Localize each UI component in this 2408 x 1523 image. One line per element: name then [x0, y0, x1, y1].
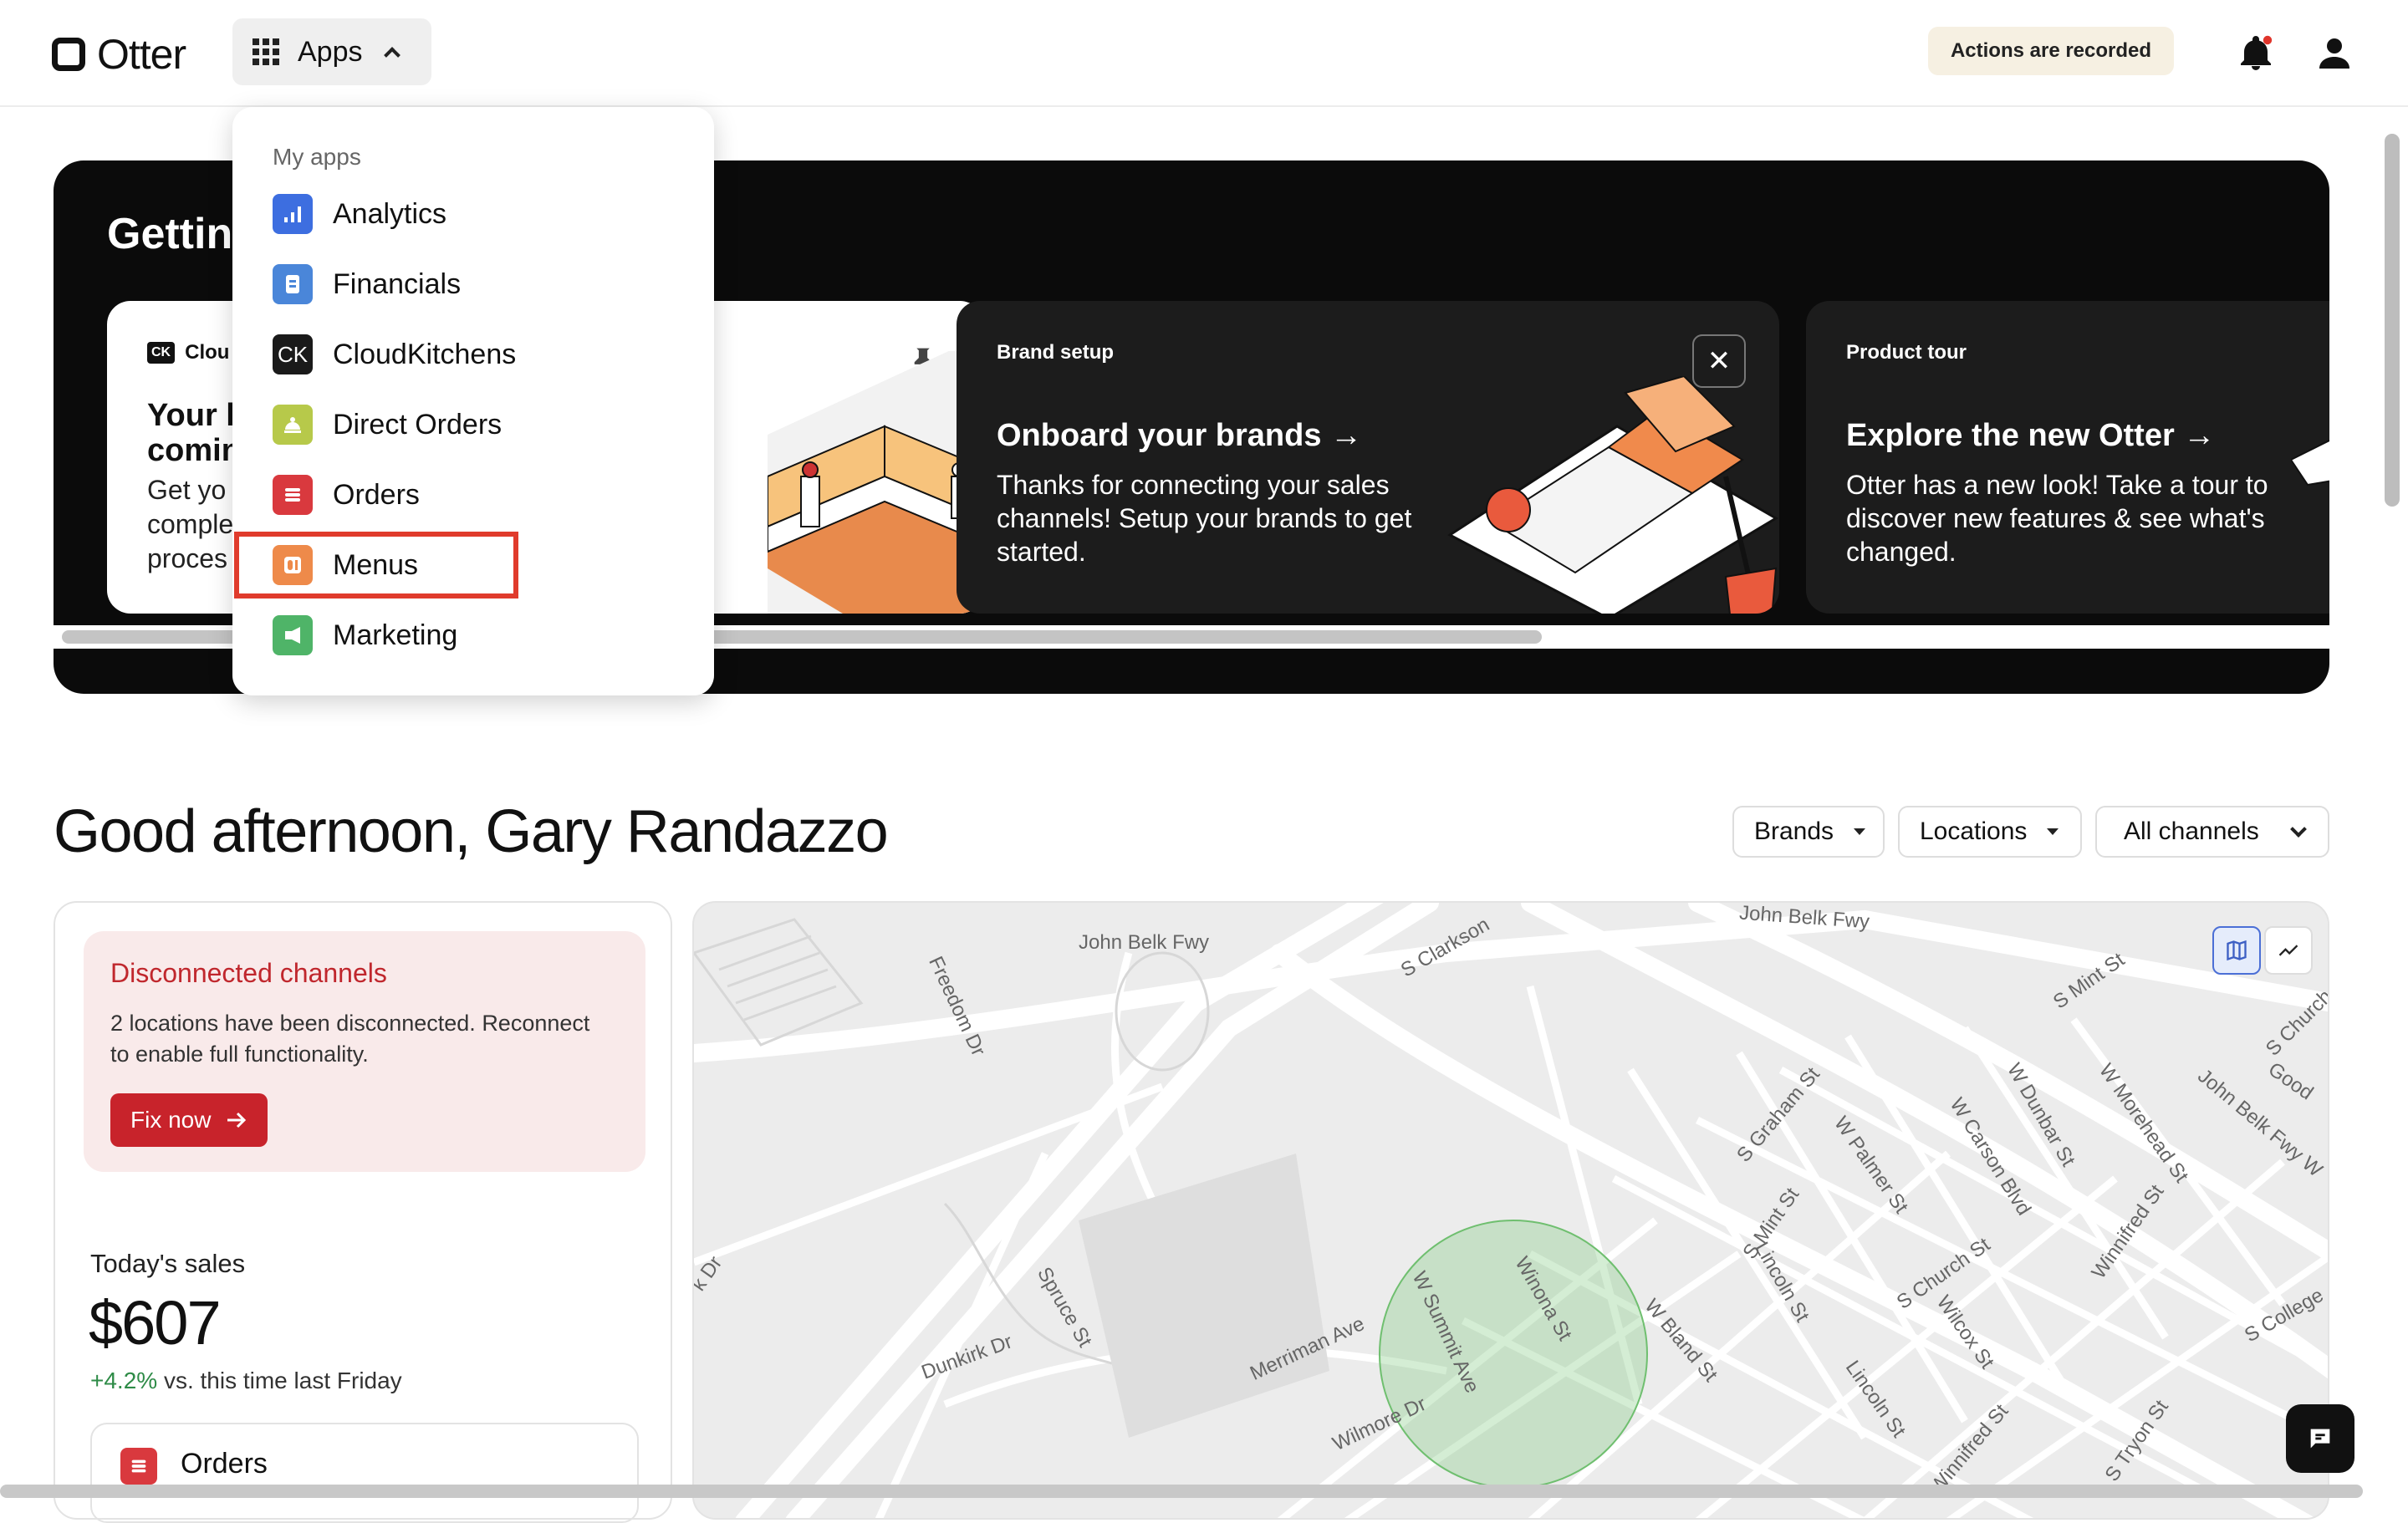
card-tag: Product tour — [1846, 341, 1967, 364]
menus-highlight-frame — [234, 532, 518, 599]
greeting-heading: Good afternoon, Gary Randazzo — [54, 798, 889, 865]
otter-logo[interactable]: Otter — [52, 30, 186, 79]
map-view-button[interactable] — [2212, 926, 2261, 975]
map-label: John Belk Fwy — [1079, 931, 1210, 954]
menu-item-financials[interactable]: Financials — [273, 259, 461, 309]
trend-line-icon — [2278, 945, 2298, 956]
tour-illustration — [2291, 439, 2329, 486]
fix-now-button[interactable]: Fix now — [110, 1093, 268, 1147]
card-body: Otter has a new look! Take a tour to dis… — [1846, 470, 2268, 567]
menu-item-label: Analytics — [333, 197, 447, 230]
page-vertical-scrollbar[interactable] — [2385, 134, 2400, 507]
page-horizontal-scrollbar[interactable] — [0, 1485, 2363, 1498]
apps-dropdown-menu: My apps Analytics Financials CK CloudKit… — [232, 107, 714, 695]
locations-map[interactable]: John Belk Fwy John Belk Fwy S Clarkson F… — [692, 901, 2329, 1520]
sales-delta-value: +4.2% — [90, 1368, 158, 1393]
fix-now-label: Fix now — [130, 1107, 212, 1133]
menu-item-cloudkitchens[interactable]: CK CloudKitchens — [273, 329, 516, 379]
brand-setup-card[interactable]: Brand setup Onboard your brands → Thanks… — [957, 301, 1779, 614]
notifications-bell-icon[interactable] — [2236, 33, 2276, 74]
top-bar: Otter Apps Actions are recorded — [0, 0, 2408, 107]
apps-button[interactable]: Apps — [232, 18, 431, 85]
direct-orders-icon — [273, 405, 313, 445]
summary-panel: Disconnected channels 2 locations have b… — [54, 901, 672, 1523]
brand-book-illustration — [1447, 376, 1778, 614]
menu-item-direct-orders[interactable]: Direct Orders — [273, 400, 502, 450]
chevron-down-icon — [2289, 821, 2307, 838]
financials-icon — [273, 264, 313, 304]
channels-filter-label: All channels — [2124, 818, 2259, 845]
caret-down-icon — [1854, 828, 1866, 835]
sales-comparison: +4.2% vs. this time last Friday — [90, 1368, 402, 1394]
menu-item-analytics[interactable]: Analytics — [273, 189, 446, 239]
brands-filter-label: Brands — [1754, 818, 1834, 845]
card-body-line: proces — [147, 543, 228, 573]
card-heading[interactable]: Explore the new Otter → — [1846, 418, 2215, 454]
orders-icon — [120, 1448, 157, 1485]
card-tag: CK Clou — [147, 341, 229, 364]
menu-item-label: Financials — [333, 267, 462, 300]
todays-sales-value: $607 — [89, 1288, 222, 1357]
caret-down-icon — [2047, 828, 2059, 835]
cloudkitchens-icon: CK — [273, 334, 313, 374]
user-profile-icon[interactable] — [2314, 33, 2354, 74]
card-heading-line: comin — [147, 433, 241, 468]
card-body-line: Get yo — [147, 475, 227, 505]
apps-grid-icon — [253, 38, 279, 65]
alert-title: Disconnected channels — [110, 958, 387, 988]
menu-item-label: Direct Orders — [333, 408, 503, 441]
card-heading-line: Your li — [147, 398, 244, 433]
my-apps-heading: My apps — [273, 144, 361, 170]
card-tag: Brand setup — [997, 341, 1115, 364]
locations-filter-label: Locations — [1920, 818, 2028, 845]
card-heading: Your li comin — [147, 398, 243, 468]
trend-view-button[interactable] — [2264, 926, 2313, 975]
channels-filter-dropdown[interactable]: All channels — [2095, 806, 2329, 858]
chat-support-button[interactable] — [2286, 1404, 2354, 1473]
product-tour-card[interactable]: Product tour Explore the new Otter → Ott… — [1806, 301, 2329, 614]
actions-recorded-badge: Actions are recorded — [1928, 27, 2174, 75]
todays-sales-label: Today's sales — [90, 1249, 246, 1278]
card-tag-label: Clou — [185, 341, 230, 364]
sales-delta-suffix: vs. this time last Friday — [157, 1368, 402, 1393]
chat-bubble-icon — [2310, 1429, 2330, 1449]
map-view-toggle — [2212, 926, 2313, 975]
menu-item-orders[interactable]: Orders — [273, 470, 420, 520]
chevron-up-icon — [383, 47, 400, 64]
logo-text: Otter — [97, 31, 186, 78]
orders-card-label: Orders — [181, 1448, 268, 1480]
kitchen-illustration — [768, 351, 983, 614]
orders-icon — [273, 475, 313, 515]
analytics-icon — [273, 194, 313, 234]
otter-logo-mark — [52, 38, 85, 71]
menu-item-label: Marketing — [333, 619, 458, 651]
card-body: Get yo comple proces — [147, 473, 233, 576]
card-body: Thanks for connecting your sales channel… — [997, 470, 1412, 567]
map-icon — [2227, 940, 2247, 961]
card-heading[interactable]: Onboard your brands → — [997, 418, 1362, 454]
menu-item-marketing[interactable]: Marketing — [273, 610, 457, 660]
brands-filter-dropdown[interactable]: Brands — [1732, 806, 1885, 858]
cloudkitchens-badge-icon: CK — [147, 342, 176, 364]
orders-summary-card[interactable]: Orders — [90, 1423, 639, 1523]
card-body-line: comple — [147, 509, 234, 539]
disconnected-channels-alert: Disconnected channels 2 locations have b… — [84, 931, 645, 1172]
arrow-right-icon — [227, 1112, 247, 1128]
menu-item-label: Orders — [333, 478, 420, 511]
menu-item-label: CloudKitchens — [333, 338, 517, 370]
marketing-icon — [273, 615, 313, 655]
locations-filter-dropdown[interactable]: Locations — [1898, 806, 2082, 858]
alert-message: 2 locations have been disconnected. Reco… — [110, 1011, 590, 1067]
apps-button-label: Apps — [298, 35, 363, 68]
